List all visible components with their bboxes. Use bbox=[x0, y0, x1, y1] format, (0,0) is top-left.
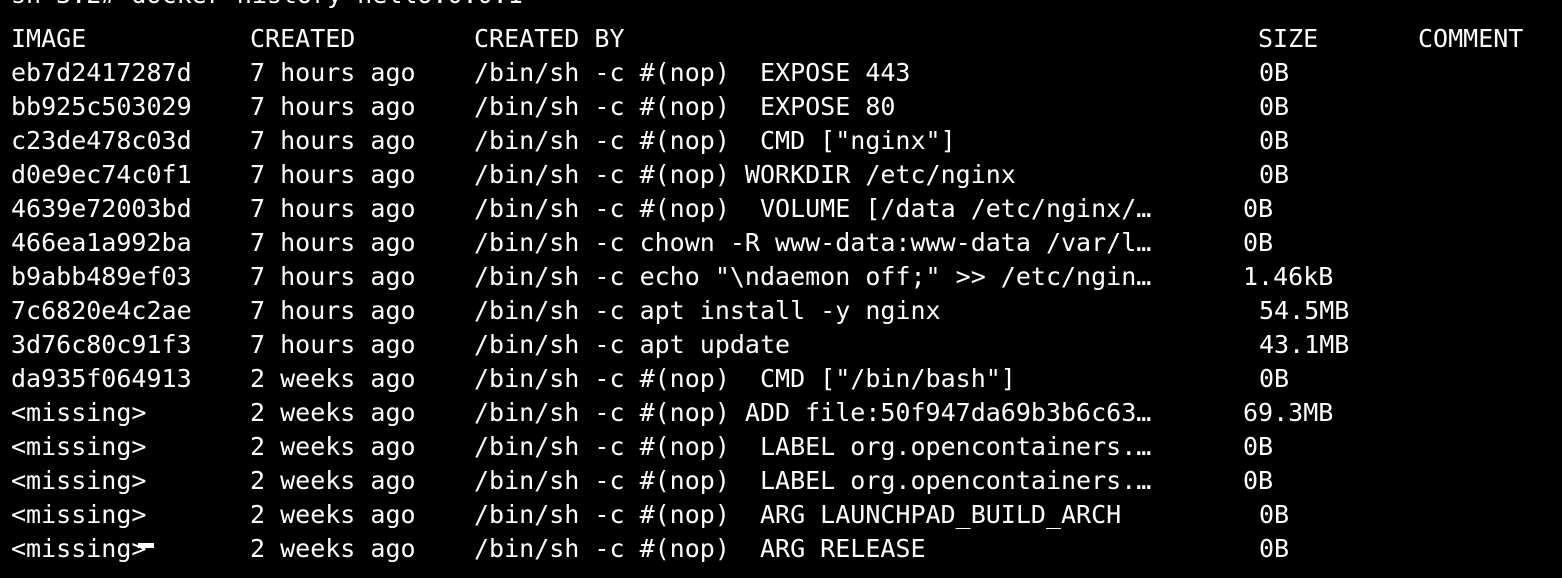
cell-image: eb7d2417287d bbox=[11, 58, 192, 87]
cell-size: 0B bbox=[1243, 466, 1274, 495]
cell-image: <missing> bbox=[11, 432, 147, 461]
cell-created-by: /bin/sh -c #(nop) LABEL org.opencontaine… bbox=[474, 432, 1152, 461]
cell-created-by: /bin/sh -c #(nop) ARG RELEASE bbox=[474, 534, 926, 563]
cell-created: 2 weeks ago bbox=[250, 432, 416, 461]
cell-created: 7 hours ago bbox=[250, 58, 416, 87]
cell-created-by: /bin/sh -c chown -R www-data:www-data /v… bbox=[474, 228, 1152, 257]
cell-size: 0B bbox=[1259, 58, 1290, 87]
cell-size: 0B bbox=[1243, 432, 1274, 461]
cell-image: 7c6820e4c2ae bbox=[11, 296, 192, 325]
cell-size: 1.46kB bbox=[1243, 262, 1334, 291]
cell-size: 0B bbox=[1259, 534, 1290, 563]
cell-created: 7 hours ago bbox=[250, 262, 416, 291]
terminal-cursor bbox=[138, 543, 154, 548]
cell-created-by: /bin/sh -c #(nop) ADD file:50f947da69b3b… bbox=[474, 398, 1152, 427]
header-image: IMAGE bbox=[11, 24, 87, 53]
cell-created: 2 weeks ago bbox=[250, 398, 416, 427]
terminal-window[interactable]: sh-3.2# docker history hello:0.0.1 IMAGE… bbox=[0, 0, 1562, 578]
cell-created-by: /bin/sh -c #(nop) VOLUME [/data /etc/ngi… bbox=[474, 194, 1152, 223]
cell-created: 7 hours ago bbox=[250, 92, 416, 121]
cell-image: <missing> bbox=[11, 398, 147, 427]
cell-size: 0B bbox=[1259, 160, 1290, 189]
cell-created: 7 hours ago bbox=[250, 296, 416, 325]
cell-created: 7 hours ago bbox=[250, 228, 416, 257]
cell-image: c23de478c03d bbox=[11, 126, 192, 155]
cell-image: d0e9ec74c0f1 bbox=[11, 160, 192, 189]
cell-created-by: /bin/sh -c #(nop) WORKDIR /etc/nginx bbox=[474, 160, 1016, 189]
cell-size: 0B bbox=[1243, 228, 1274, 257]
cell-created: 7 hours ago bbox=[250, 160, 416, 189]
cell-size: 0B bbox=[1259, 126, 1290, 155]
cell-size: 0B bbox=[1259, 500, 1290, 529]
cell-image: 4639e72003bd bbox=[11, 194, 192, 223]
command-prompt: sh-3.2# docker history hello:0.0.1 bbox=[11, 0, 523, 12]
cell-created-by: /bin/sh -c echo "\ndaemon off;" >> /etc/… bbox=[474, 262, 1152, 291]
cell-image: 466ea1a992ba bbox=[11, 228, 192, 257]
cell-image: da935f064913 bbox=[11, 364, 192, 393]
cell-image: <missing> bbox=[11, 534, 147, 563]
header-comment: COMMENT bbox=[1418, 24, 1524, 53]
cell-created-by: /bin/sh -c #(nop) CMD ["/bin/bash"] bbox=[474, 364, 1016, 393]
cell-created: 7 hours ago bbox=[250, 330, 416, 359]
cell-created: 2 weeks ago bbox=[250, 500, 416, 529]
command-prompt-line: sh-3.2# docker history hello:0.0.1 bbox=[11, 0, 523, 12]
cell-created: 7 hours ago bbox=[250, 126, 416, 155]
cell-created-by: /bin/sh -c #(nop) ARG LAUNCHPAD_BUILD_AR… bbox=[474, 500, 1122, 529]
cell-created: 7 hours ago bbox=[250, 194, 416, 223]
cell-created: 2 weeks ago bbox=[250, 466, 416, 495]
header-size: SIZE bbox=[1258, 24, 1319, 53]
cell-size: 0B bbox=[1259, 92, 1290, 121]
cell-size: 69.3MB bbox=[1243, 398, 1334, 427]
cell-image: b9abb489ef03 bbox=[11, 262, 192, 291]
cell-created-by: /bin/sh -c apt install -y nginx bbox=[474, 296, 941, 325]
table-header: IMAGE CREATED CREATED BY SIZE COMMENT bbox=[11, 22, 1523, 56]
cell-image: bb925c503029 bbox=[11, 92, 192, 121]
cell-size: 0B bbox=[1259, 364, 1290, 393]
cell-created: 2 weeks ago bbox=[250, 364, 416, 393]
cell-size: 0B bbox=[1243, 194, 1274, 223]
header-created: CREATED bbox=[250, 24, 356, 53]
cell-created-by: /bin/sh -c #(nop) LABEL org.opencontaine… bbox=[474, 466, 1152, 495]
cell-image: <missing> bbox=[11, 500, 147, 529]
cell-image: 3d76c80c91f3 bbox=[11, 330, 192, 359]
header-created-by: CREATED BY bbox=[474, 24, 625, 53]
cell-created-by: /bin/sh -c apt update bbox=[474, 330, 791, 359]
cell-created-by: /bin/sh -c #(nop) CMD ["nginx"] bbox=[474, 126, 956, 155]
cell-created-by: /bin/sh -c #(nop) EXPOSE 80 bbox=[474, 92, 896, 121]
cell-created: 2 weeks ago bbox=[250, 534, 416, 563]
cell-size: 54.5MB bbox=[1259, 296, 1350, 325]
cell-size: 43.1MB bbox=[1259, 330, 1350, 359]
cell-image: <missing> bbox=[11, 466, 147, 495]
cell-created-by: /bin/sh -c #(nop) EXPOSE 443 bbox=[474, 58, 911, 87]
